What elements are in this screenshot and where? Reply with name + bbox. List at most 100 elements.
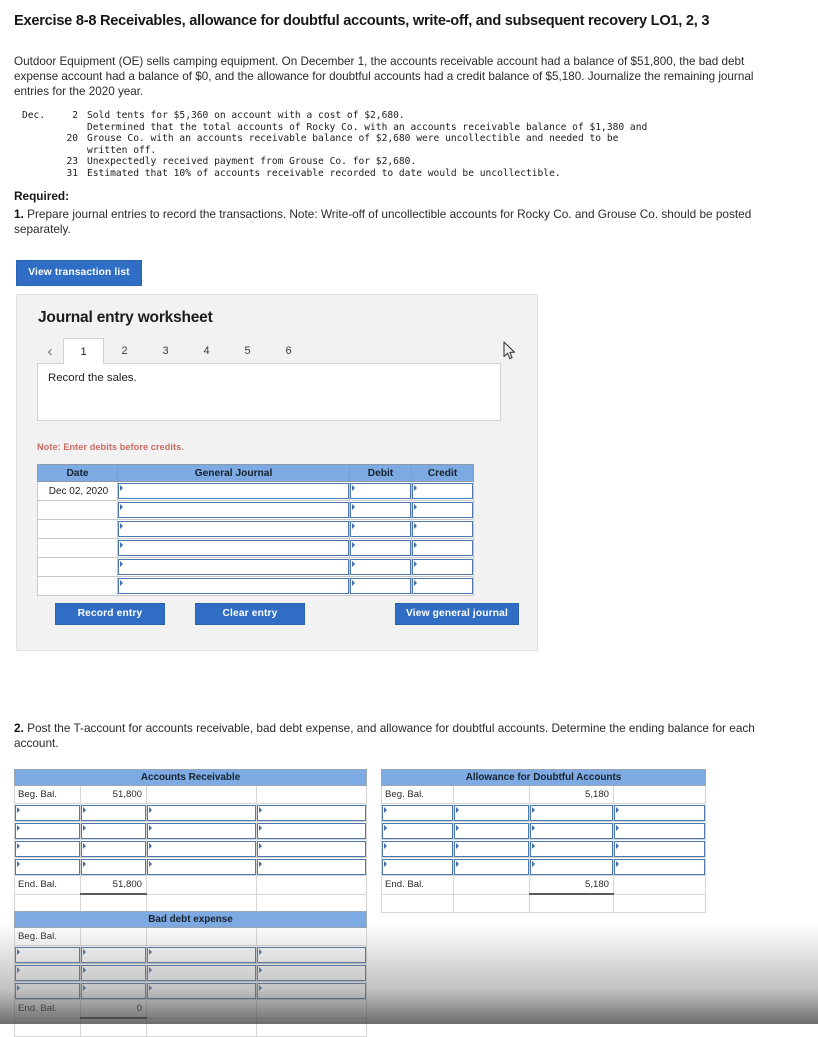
allowance-doubtful-accounts-entry-cell[interactable] bbox=[381, 857, 454, 876]
allowance-doubtful-accounts-entry-cell[interactable] bbox=[529, 821, 614, 840]
accounts-receivable-entry-cell[interactable] bbox=[14, 803, 81, 822]
allowance-doubtful-accounts-entry-input[interactable] bbox=[614, 840, 706, 857]
allowance-doubtful-accounts-entry-cell[interactable] bbox=[529, 803, 614, 822]
journal-input-credit[interactable] bbox=[412, 521, 473, 537]
journal-cell-credit[interactable] bbox=[411, 538, 474, 558]
accounts-receivable-entry-cell[interactable] bbox=[146, 821, 257, 840]
journal-input-credit[interactable] bbox=[412, 502, 473, 518]
bad-debt-expense-entry-cell[interactable] bbox=[80, 981, 147, 1000]
accounts-receivable-entry-input[interactable] bbox=[81, 840, 146, 857]
journal-input-debit[interactable] bbox=[350, 502, 411, 518]
journal-input-general-journal[interactable] bbox=[118, 521, 349, 537]
accounts-receivable-entry-input[interactable] bbox=[257, 858, 367, 875]
journal-cell-general-journal[interactable] bbox=[117, 500, 350, 520]
accounts-receivable-entry-cell[interactable] bbox=[146, 839, 257, 858]
journal-input-general-journal[interactable] bbox=[118, 578, 349, 594]
accounts-receivable-entry-cell[interactable] bbox=[14, 857, 81, 876]
allowance-doubtful-accounts-entry-input[interactable] bbox=[382, 822, 453, 839]
accounts-receivable-entry-cell[interactable] bbox=[146, 857, 257, 876]
accounts-receivable-entry-cell[interactable] bbox=[255, 857, 368, 876]
allowance-doubtful-accounts-entry-cell[interactable] bbox=[612, 803, 707, 822]
journal-cell-date[interactable] bbox=[37, 519, 118, 539]
accounts-receivable-entry-input[interactable] bbox=[147, 858, 256, 875]
journal-cell-date[interactable] bbox=[37, 557, 118, 577]
journal-cell-credit[interactable] bbox=[411, 519, 474, 539]
journal-input-credit[interactable] bbox=[412, 540, 473, 556]
journal-input-general-journal[interactable] bbox=[118, 502, 349, 518]
allowance-doubtful-accounts-entry-input[interactable] bbox=[382, 858, 453, 875]
allowance-doubtful-accounts-entry-cell[interactable] bbox=[381, 839, 454, 858]
allowance-doubtful-accounts-entry-cell[interactable] bbox=[612, 839, 707, 858]
allowance-doubtful-accounts-entry-input[interactable] bbox=[614, 822, 706, 839]
tab-3[interactable]: 3 bbox=[145, 338, 186, 364]
journal-input-credit[interactable] bbox=[412, 578, 473, 594]
journal-cell-debit[interactable] bbox=[349, 576, 412, 596]
accounts-receivable-entry-cell[interactable] bbox=[255, 821, 368, 840]
allowance-doubtful-accounts-entry-cell[interactable] bbox=[453, 821, 530, 840]
bad-debt-expense-entry-cell[interactable] bbox=[14, 945, 81, 964]
allowance-doubtful-accounts-entry-input[interactable] bbox=[454, 858, 529, 875]
journal-input-credit[interactable] bbox=[412, 559, 473, 575]
journal-cell-general-journal[interactable] bbox=[117, 538, 350, 558]
clear-entry-button[interactable]: Clear entry bbox=[195, 603, 305, 625]
journal-cell-general-journal[interactable] bbox=[117, 576, 350, 596]
allowance-doubtful-accounts-entry-input[interactable] bbox=[382, 840, 453, 857]
accounts-receivable-entry-input[interactable] bbox=[81, 804, 146, 821]
bad-debt-expense-entry-cell[interactable] bbox=[146, 981, 257, 1000]
allowance-doubtful-accounts-entry-cell[interactable] bbox=[529, 839, 614, 858]
bad-debt-expense-entry-cell[interactable] bbox=[146, 963, 257, 982]
journal-cell-credit[interactable] bbox=[411, 500, 474, 520]
bad-debt-expense-entry-input[interactable] bbox=[147, 982, 256, 999]
prev-tab-icon[interactable]: ‹ bbox=[37, 338, 63, 364]
journal-cell-credit[interactable] bbox=[411, 481, 474, 501]
accounts-receivable-entry-cell[interactable] bbox=[80, 839, 147, 858]
journal-input-debit[interactable] bbox=[350, 521, 411, 537]
tab-6[interactable]: 6 bbox=[268, 338, 309, 364]
allowance-doubtful-accounts-entry-cell[interactable] bbox=[381, 803, 454, 822]
record-entry-button[interactable]: Record entry bbox=[55, 603, 165, 625]
allowance-doubtful-accounts-entry-input[interactable] bbox=[382, 804, 453, 821]
accounts-receivable-entry-cell[interactable] bbox=[80, 821, 147, 840]
journal-input-general-journal[interactable] bbox=[118, 559, 349, 575]
tab-4[interactable]: 4 bbox=[186, 338, 227, 364]
allowance-doubtful-accounts-entry-cell[interactable] bbox=[453, 839, 530, 858]
bad-debt-expense-entry-input[interactable] bbox=[257, 964, 367, 981]
journal-cell-credit[interactable] bbox=[411, 576, 474, 596]
bad-debt-expense-entry-cell[interactable] bbox=[255, 963, 368, 982]
accounts-receivable-entry-cell[interactable] bbox=[255, 803, 368, 822]
journal-cell-date[interactable]: Dec 02, 2020 bbox=[37, 481, 118, 501]
journal-input-credit[interactable] bbox=[412, 483, 473, 499]
accounts-receivable-entry-input[interactable] bbox=[147, 840, 256, 857]
journal-cell-debit[interactable] bbox=[349, 519, 412, 539]
bad-debt-expense-entry-cell[interactable] bbox=[80, 945, 147, 964]
bad-debt-expense-entry-input[interactable] bbox=[147, 964, 256, 981]
journal-input-debit[interactable] bbox=[350, 578, 411, 594]
bad-debt-expense-entry-input[interactable] bbox=[257, 946, 367, 963]
journal-cell-date[interactable] bbox=[37, 500, 118, 520]
allowance-doubtful-accounts-entry-input[interactable] bbox=[614, 858, 706, 875]
journal-cell-date[interactable] bbox=[37, 576, 118, 596]
allowance-doubtful-accounts-entry-input[interactable] bbox=[530, 804, 613, 821]
bad-debt-expense-entry-input[interactable] bbox=[15, 946, 80, 963]
allowance-doubtful-accounts-entry-cell[interactable] bbox=[612, 857, 707, 876]
allowance-doubtful-accounts-entry-cell[interactable] bbox=[381, 821, 454, 840]
journal-cell-general-journal[interactable] bbox=[117, 519, 350, 539]
journal-cell-general-journal[interactable] bbox=[117, 557, 350, 577]
accounts-receivable-entry-input[interactable] bbox=[15, 858, 80, 875]
allowance-doubtful-accounts-entry-input[interactable] bbox=[454, 822, 529, 839]
bad-debt-expense-entry-cell[interactable] bbox=[255, 981, 368, 1000]
accounts-receivable-entry-cell[interactable] bbox=[80, 803, 147, 822]
journal-cell-general-journal[interactable] bbox=[117, 481, 350, 501]
accounts-receivable-entry-cell[interactable] bbox=[14, 839, 81, 858]
allowance-doubtful-accounts-entry-input[interactable] bbox=[530, 840, 613, 857]
accounts-receivable-entry-cell[interactable] bbox=[14, 821, 81, 840]
journal-cell-credit[interactable] bbox=[411, 557, 474, 577]
journal-cell-date[interactable] bbox=[37, 538, 118, 558]
journal-cell-debit[interactable] bbox=[349, 481, 412, 501]
journal-cell-debit[interactable] bbox=[349, 538, 412, 558]
journal-input-debit[interactable] bbox=[350, 483, 411, 499]
bad-debt-expense-entry-cell[interactable] bbox=[255, 945, 368, 964]
bad-debt-expense-entry-input[interactable] bbox=[15, 964, 80, 981]
journal-input-debit[interactable] bbox=[350, 559, 411, 575]
bad-debt-expense-entry-cell[interactable] bbox=[146, 945, 257, 964]
